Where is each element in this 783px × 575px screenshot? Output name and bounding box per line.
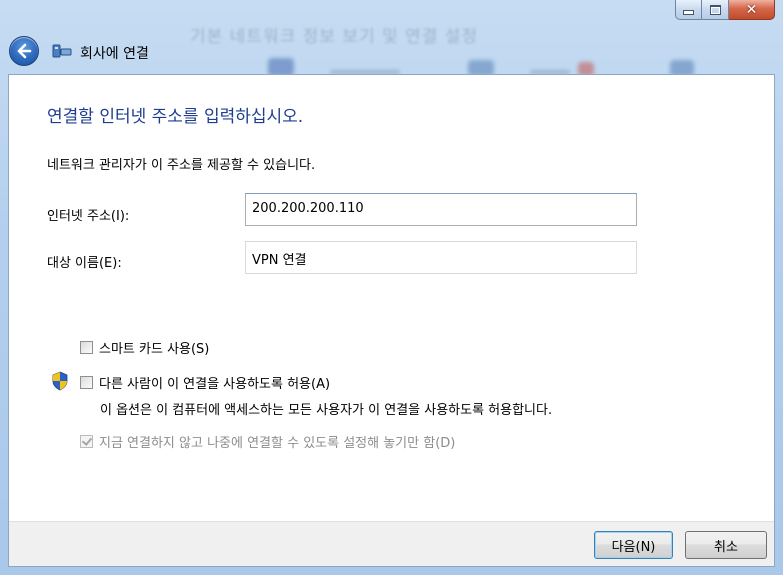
dont-connect-now-option: 지금 연결하지 않고 나중에 연결할 수 있도록 설정해 놓기만 함(D) xyxy=(80,432,455,451)
maximize-button[interactable] xyxy=(702,0,729,20)
page-description: 네트워크 관리자가 이 주소를 제공할 수 있습니다. xyxy=(47,158,316,173)
dont-connect-now-label: 지금 연결하지 않고 나중에 연결할 수 있도록 설정해 놓기만 함(D) xyxy=(99,436,456,451)
close-icon: ✕ xyxy=(745,1,758,18)
nav-title: 회사에 연결 xyxy=(80,46,149,62)
caption-buttons: ✕ xyxy=(675,0,775,20)
maximize-icon xyxy=(709,4,721,15)
allow-others-description: 이 옵션은 이 컴퓨터에 액세스하는 모든 사용자가 이 연결을 사용하도록 허… xyxy=(100,403,553,418)
internet-address-input[interactable]: 200.200.200.110 xyxy=(245,193,637,226)
close-button[interactable]: ✕ xyxy=(729,0,775,20)
back-arrow-icon xyxy=(17,43,32,59)
page-heading: 연결할 인터넷 주소를 입력하십시오. xyxy=(47,107,304,127)
background-window-title: 기본 네트워크 정보 보기 및 연결 설정 xyxy=(190,27,479,47)
dont-connect-now-checkbox xyxy=(80,435,93,448)
allow-others-label: 다른 사람이 이 연결을 사용하도록 허용(A) xyxy=(99,377,331,392)
destination-name-input[interactable]: VPN 연결 xyxy=(245,241,637,274)
uac-shield-icon xyxy=(52,371,68,391)
dialog-window: 기본 네트워크 정보 보기 및 연결 설정 ✕ 회사에 연결 연결할 인터넷 주… xyxy=(0,0,783,575)
internet-address-label: 인터넷 주소(I): xyxy=(47,209,130,224)
smart-card-option[interactable]: 스마트 카드 사용(S) xyxy=(80,338,209,357)
minimize-button[interactable] xyxy=(675,0,702,20)
vpn-network-icon xyxy=(52,44,72,58)
minimize-icon xyxy=(683,10,694,15)
footer-bar: 다음(N) 취소 xyxy=(9,521,774,566)
next-button[interactable]: 다음(N) xyxy=(594,531,673,559)
cancel-button[interactable]: 취소 xyxy=(685,531,767,559)
content-panel: 연결할 인터넷 주소를 입력하십시오. 네트워크 관리자가 이 주소를 제공할 … xyxy=(8,74,775,567)
destination-name-label: 대상 이름(E): xyxy=(47,256,122,271)
back-button[interactable] xyxy=(9,36,39,66)
allow-others-option[interactable]: 다른 사람이 이 연결을 사용하도록 허용(A) xyxy=(80,373,330,392)
smart-card-label: 스마트 카드 사용(S) xyxy=(99,342,210,357)
allow-others-checkbox[interactable] xyxy=(80,376,93,389)
smart-card-checkbox[interactable] xyxy=(80,341,93,354)
